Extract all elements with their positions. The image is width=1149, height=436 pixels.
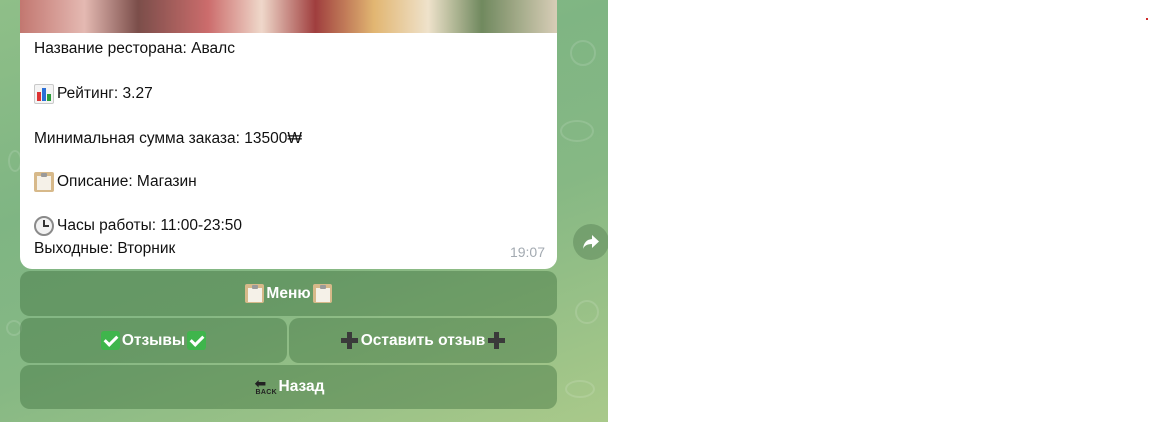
- hours-text: Часы работы: 11:00-23:50: [57, 217, 242, 234]
- reviews-button-label: Отзывы: [121, 331, 186, 349]
- back-button-label: Назад: [278, 378, 325, 395]
- plus-icon: [487, 331, 506, 350]
- bar-chart-icon: [34, 84, 54, 104]
- rating-row: Рейтинг: 3.27: [34, 84, 153, 104]
- description-text: Описание: Магазин: [57, 173, 197, 190]
- min-order-text: Минимальная сумма заказа: 13500₩: [34, 130, 302, 147]
- forward-button[interactable]: [573, 224, 608, 260]
- forward-arrow-icon: [583, 235, 599, 249]
- message-bubble: Название ресторана: Авалс Рейтинг: 3.27 …: [20, 0, 557, 269]
- reviews-button[interactable]: Отзывы: [20, 318, 287, 363]
- message-time: 19:07: [509, 244, 545, 260]
- chat-background: Название ресторана: Авалс Рейтинг: 3.27 …: [0, 0, 608, 422]
- rating-text: Рейтинг: 3.27: [57, 85, 153, 102]
- clock-icon: [34, 216, 54, 236]
- bottom-strip: [0, 422, 1149, 436]
- menu-button-label: Меню: [266, 284, 311, 302]
- description-row: Описание: Магазин: [34, 172, 197, 192]
- check-mark-icon: [100, 331, 120, 350]
- leave-review-button-label: Оставить отзыв: [360, 331, 486, 349]
- back-button[interactable]: ⬅ BACK Назад: [20, 365, 557, 409]
- check-mark-icon: [187, 331, 207, 350]
- menu-button[interactable]: Меню: [20, 271, 557, 316]
- corner-dot: [1146, 18, 1148, 20]
- days-off-text: Выходные: Вторник: [34, 240, 176, 257]
- clipboard-icon: [34, 172, 54, 192]
- hours-row: Часы работы: 11:00-23:50: [34, 216, 242, 236]
- restaurant-photo: [20, 0, 557, 33]
- back-arrow-icon: ⬅ BACK: [254, 375, 277, 396]
- clipboard-icon: [245, 284, 265, 303]
- restaurant-name-text: Название ресторана: Авалс: [34, 40, 235, 57]
- plus-icon: [340, 331, 359, 350]
- leave-review-button[interactable]: Оставить отзыв: [289, 318, 557, 363]
- clipboard-icon: [312, 284, 332, 303]
